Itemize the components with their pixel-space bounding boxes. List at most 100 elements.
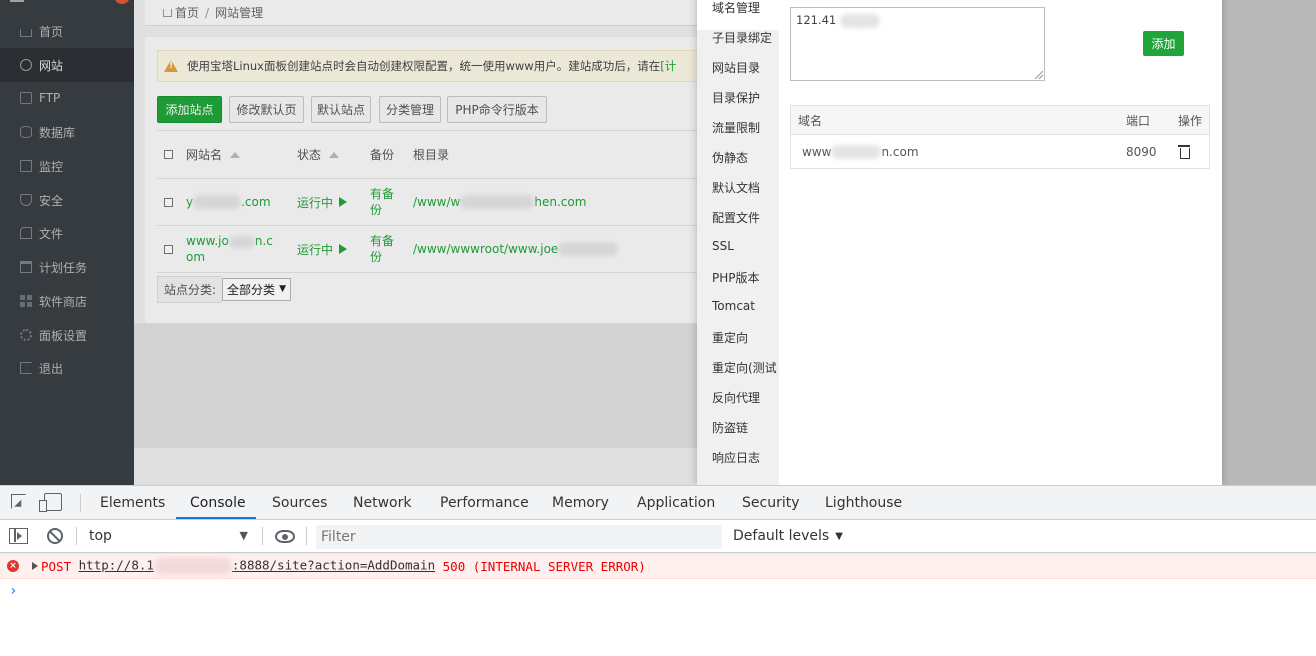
folder-icon — [20, 227, 32, 239]
column-header-port: 端口 — [1126, 113, 1151, 128]
tab-lighthouse[interactable]: Lighthouse — [825, 486, 902, 520]
modal-nav-response-log[interactable]: 响应日志 — [712, 449, 760, 466]
modal-nav-php-version[interactable]: PHP版本 — [712, 269, 760, 286]
sidebar-item-ftp[interactable]: FTP — [0, 81, 134, 115]
sidebar-item-label: 安全 — [39, 193, 64, 208]
modal-nav-tomcat[interactable]: Tomcat — [712, 299, 755, 313]
modal-nav-subdir[interactable]: 子目录绑定 — [712, 29, 772, 46]
sidebar-item-store[interactable]: 软件商店 — [0, 284, 134, 318]
port-cell: 8090 — [1126, 144, 1157, 159]
sidebar-item-logout[interactable]: 退出 — [0, 351, 134, 385]
console-filter-input[interactable] — [316, 525, 722, 549]
alert-link[interactable]: [计 — [660, 58, 676, 74]
resize-grip-icon[interactable] — [1035, 71, 1043, 79]
calendar-icon — [20, 261, 32, 273]
domain-part: www — [802, 144, 832, 159]
show-sidebar-icon[interactable] — [9, 528, 28, 544]
site-name-link[interactable]: www.jo n.c om — [186, 226, 286, 272]
sidebar-item-home[interactable]: 首页 — [0, 14, 134, 48]
status-running[interactable]: 运行中 — [297, 226, 348, 272]
table-header: 网站名 状态 备份 根目录 — [157, 131, 705, 179]
backup-link[interactable]: 有备份 — [370, 179, 402, 225]
php-cli-version-button[interactable]: PHP命令行版本 — [447, 96, 547, 123]
tab-application[interactable]: Application — [637, 486, 715, 520]
live-expression-eye-icon[interactable] — [275, 530, 295, 543]
domain-table: 域名 端口 操作 www n.com 8090 — [790, 105, 1210, 169]
sidebar-item-website[interactable]: 网站 — [0, 48, 134, 82]
modal-nav-traffic-limit[interactable]: 流量限制 — [712, 119, 760, 136]
inspect-element-icon[interactable] — [11, 494, 26, 509]
root-dir-link[interactable]: /www/wwwroot/www.joe — [413, 226, 619, 272]
tab-console[interactable]: Console — [190, 486, 246, 520]
select-all-checkbox[interactable] — [164, 150, 173, 159]
column-header-backup: 备份 — [370, 148, 395, 162]
site-name-link[interactable]: y .com — [186, 179, 271, 225]
delete-domain-button[interactable] — [1178, 135, 1190, 168]
context-value: top — [89, 528, 112, 544]
tab-security[interactable]: Security — [742, 486, 800, 520]
play-icon — [339, 244, 348, 254]
site-name-part: www.jo — [186, 234, 229, 248]
sidebar-item-monitor[interactable]: 监控 — [0, 149, 134, 183]
row-checkbox[interactable] — [164, 244, 173, 254]
default-site-button[interactable]: 默认站点 — [311, 96, 371, 123]
bt-panel: 首页 网站 FTP 数据库 监控 安全 文件 计划任务 软件商店 面板设置 退出… — [0, 0, 1316, 485]
divider — [262, 527, 263, 545]
log-levels-dropdown[interactable]: Default levels ▼ — [733, 520, 843, 552]
category-manage-button[interactable]: 分类管理 — [379, 96, 441, 123]
info-alert: 使用宝塔Linux面板创建站点时会自动创建权限配置，统一使用www用户。建站成功… — [157, 50, 705, 82]
column-header-status[interactable]: 状态 — [297, 131, 340, 178]
modal-nav-rewrite[interactable]: 伪静态 — [712, 149, 748, 166]
category-selected: 全部分类 — [227, 282, 276, 297]
column-header-root: 根目录 — [413, 148, 450, 162]
status-label: 运行中 — [297, 195, 334, 210]
category-select[interactable]: 全部分类 ▼ — [222, 277, 291, 301]
expand-triangle-icon[interactable] — [32, 562, 38, 570]
notification-badge[interactable] — [114, 0, 130, 4]
redacted-text — [460, 195, 535, 209]
console-prompt[interactable]: › — [9, 583, 17, 599]
breadcrumb-current: 网站管理 — [215, 6, 264, 20]
modal-nav-hotlink[interactable]: 防盗链 — [712, 419, 748, 436]
error-url-link[interactable]: http://8.1:8888/site?action=AddDomain — [79, 557, 435, 575]
tab-memory[interactable]: Memory — [552, 486, 609, 520]
add-domain-button[interactable]: 添加 — [1143, 31, 1184, 56]
clear-console-icon[interactable] — [47, 528, 63, 544]
backdrop-edge — [1222, 0, 1316, 485]
context-select[interactable]: top ▼ — [80, 520, 260, 552]
trash-icon — [1178, 144, 1190, 159]
sidebar-item-files[interactable]: 文件 — [0, 216, 134, 250]
root-dir-link[interactable]: /www/w hen.com — [413, 179, 586, 225]
breadcrumb-home[interactable]: 首页 — [175, 4, 199, 21]
modal-nav-redirect-test[interactable]: 重定向(测试 — [712, 359, 777, 376]
modal-nav-default-doc[interactable]: 默认文档 — [712, 179, 760, 196]
redacted-text — [153, 557, 232, 575]
modal-nav-dir-protect[interactable]: 目录保护 — [712, 89, 760, 106]
globe-icon — [20, 59, 32, 71]
tab-network[interactable]: Network — [353, 486, 411, 520]
caret-down-icon: ▼ — [239, 529, 248, 542]
tab-performance[interactable]: Performance — [440, 486, 529, 520]
site-settings-modal: 域名管理 子目录绑定 网站目录 目录保护 流量限制 伪静态 默认文档 配置文件 … — [697, 0, 1222, 485]
tab-sources[interactable]: Sources — [272, 486, 327, 520]
status-running[interactable]: 运行中 — [297, 179, 348, 225]
sidebar-item-security[interactable]: 安全 — [0, 183, 134, 217]
domain-textarea[interactable]: 121.41 — [790, 7, 1045, 81]
modal-nav-redirect[interactable]: 重定向 — [712, 329, 748, 346]
device-toolbar-icon[interactable] — [39, 493, 62, 512]
modal-nav-config[interactable]: 配置文件 — [712, 209, 760, 226]
column-header-name[interactable]: 网站名 — [186, 131, 241, 178]
backup-link[interactable]: 有备份 — [370, 226, 402, 272]
modal-nav-site-dir[interactable]: 网站目录 — [712, 59, 760, 76]
home-icon — [163, 8, 172, 17]
sidebar-item-settings[interactable]: 面板设置 — [0, 318, 134, 352]
tab-elements[interactable]: Elements — [100, 486, 165, 520]
sidebar-item-cron[interactable]: 计划任务 — [0, 250, 134, 284]
sidebar-item-database[interactable]: 数据库 — [0, 115, 134, 149]
edit-default-page-button[interactable]: 修改默认页 — [229, 96, 304, 123]
modal-nav-ssl[interactable]: SSL — [712, 239, 734, 253]
add-site-button[interactable]: 添加站点 — [157, 96, 222, 123]
row-checkbox[interactable] — [164, 197, 173, 207]
modal-nav-reverse-proxy[interactable]: 反向代理 — [712, 389, 760, 406]
modal-nav-domain[interactable]: 域名管理 — [712, 0, 760, 16]
